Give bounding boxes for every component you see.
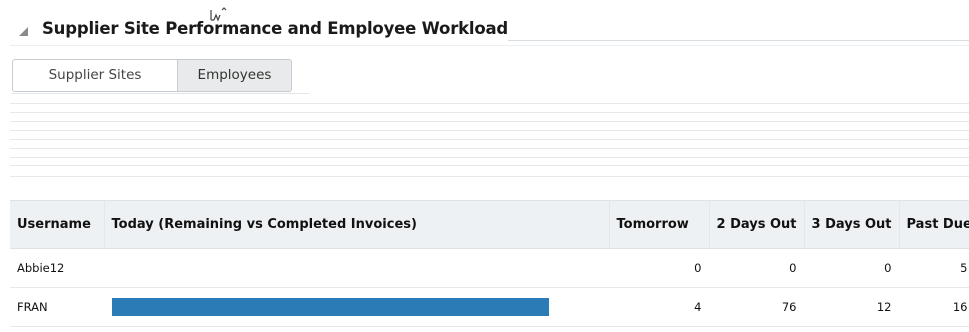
- column-header-tomorrow[interactable]: Tomorrow: [609, 200, 710, 249]
- cell-tomorrow: 0: [609, 248, 710, 288]
- column-header-past-due[interactable]: Past Due: [899, 200, 969, 249]
- cell-past-due: 5: [899, 248, 969, 288]
- table-header-row: Username Today (Remaining vs Completed I…: [10, 200, 969, 249]
- tabs-divider: [12, 93, 309, 94]
- tab-bar: Supplier Sites Employees: [12, 59, 292, 92]
- mouse-cursor-icon: [210, 7, 227, 22]
- cell-today-bar: [104, 248, 610, 288]
- section-title: Supplier Site Performance and Employee W…: [42, 19, 509, 38]
- section-header: Supplier Site Performance and Employee W…: [0, 0, 969, 48]
- collapse-triangle-icon[interactable]: [19, 27, 28, 36]
- tab-supplier-sites[interactable]: Supplier Sites: [12, 59, 178, 92]
- tab-employees[interactable]: Employees: [178, 59, 292, 92]
- table-row[interactable]: FRAN 4 76 12 16: [10, 287, 969, 327]
- column-header-2-days-out[interactable]: 2 Days Out: [709, 200, 805, 249]
- today-progress-bar: [111, 298, 549, 316]
- cell-2-days-out: 0: [709, 248, 805, 288]
- header-divider: [10, 45, 969, 46]
- cell-3-days-out: 12: [804, 287, 900, 327]
- cell-username: Abbie12: [10, 248, 105, 288]
- column-header-username[interactable]: Username: [10, 200, 105, 249]
- cell-3-days-out: 0: [804, 248, 900, 288]
- cell-today-bar: [104, 287, 610, 327]
- cell-username: FRAN: [10, 287, 105, 327]
- table-row[interactable]: Abbie12 0 0 0 5: [10, 248, 969, 288]
- column-header-today[interactable]: Today (Remaining vs Completed Invoices): [104, 200, 610, 249]
- cell-2-days-out: 76: [709, 287, 805, 327]
- header-divider: [508, 40, 969, 41]
- cell-tomorrow: 4: [609, 287, 710, 327]
- employee-workload-table: Username Today (Remaining vs Completed I…: [10, 200, 969, 327]
- cell-past-due: 16: [899, 287, 969, 327]
- column-header-3-days-out[interactable]: 3 Days Out: [804, 200, 900, 249]
